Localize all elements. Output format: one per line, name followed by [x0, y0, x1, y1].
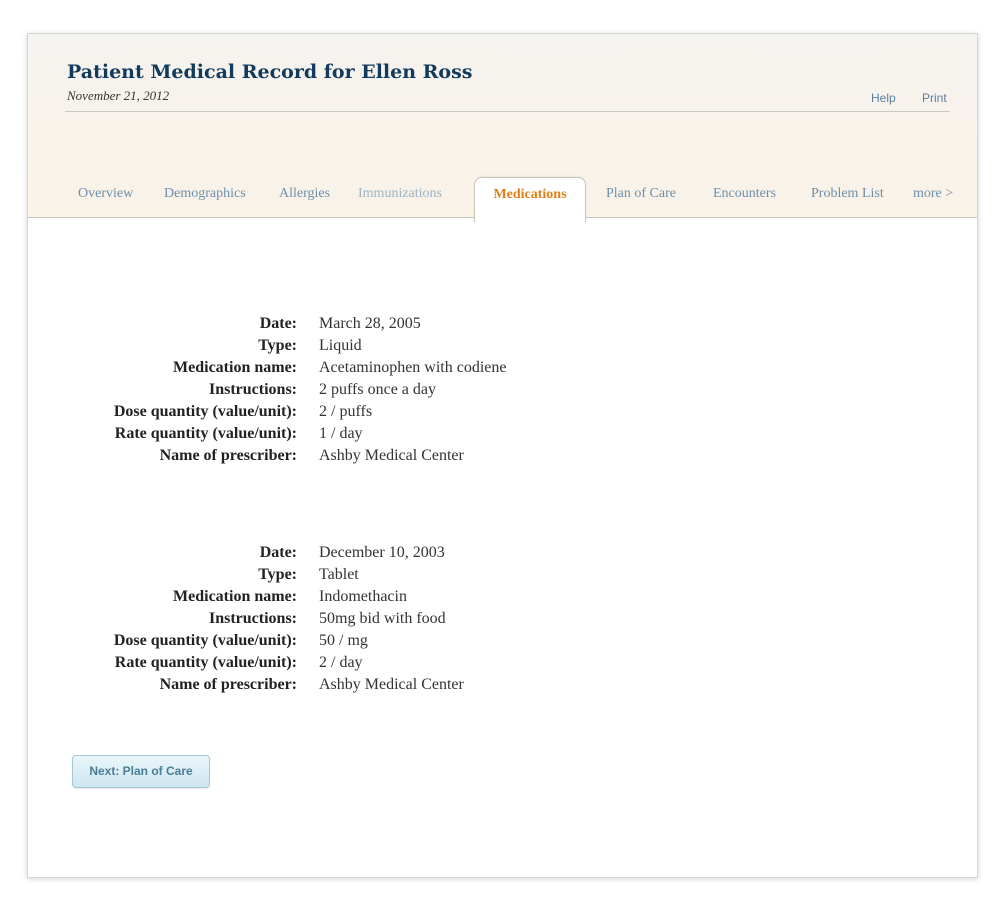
tab-more[interactable]: more >	[913, 186, 953, 202]
field-value: Acetaminophen with codiene	[319, 359, 507, 376]
field-value: December 10, 2003	[319, 544, 445, 561]
medication-record: Date: December 10, 2003 Type: Tablet Medic…	[28, 544, 977, 698]
field-row: Date: December 10, 2003	[28, 544, 977, 566]
tab-encounters[interactable]: Encounters	[713, 186, 776, 202]
medication-record: Date: March 28, 2005 Type: Liquid Medicati…	[28, 315, 977, 469]
field-value: Ashby Medical Center	[319, 447, 464, 464]
field-value: 1 / day	[319, 425, 363, 442]
field-label: Name of prescriber:	[159, 447, 297, 464]
field-row: Medication name: Indomethacin	[28, 588, 977, 610]
next-plan-of-care-button[interactable]: Next: Plan of Care	[72, 755, 210, 788]
tab-immunizations[interactable]: Immunizations	[358, 186, 442, 202]
field-row: Type: Liquid	[28, 337, 977, 359]
field-label: Dose quantity (value/unit):	[113, 632, 297, 649]
field-value: 50 / mg	[319, 632, 368, 649]
field-label: Instructions:	[208, 381, 297, 398]
record-date: November 21, 2012	[67, 88, 170, 103]
field-row: Dose quantity (value/unit): 50 / mg	[28, 632, 977, 654]
header-divider	[65, 111, 950, 112]
tab-medications[interactable]: Medications	[474, 177, 586, 222]
field-value: Liquid	[319, 337, 362, 354]
field-row: Type: Tablet	[28, 566, 977, 588]
field-row: Instructions: 50mg bid with food	[28, 610, 977, 632]
page-title: Patient Medical Record for Ellen Ross	[67, 61, 473, 83]
tab-allergies[interactable]: Allergies	[279, 186, 330, 202]
field-value: 2 / puffs	[319, 403, 373, 420]
print-link[interactable]: Print	[922, 91, 947, 105]
field-label: Date:	[259, 315, 297, 332]
field-row: Rate quantity (value/unit): 2 / day	[28, 654, 977, 676]
tab-demographics[interactable]: Demographics	[164, 186, 246, 202]
field-label: Date:	[259, 544, 297, 561]
field-row: Medication name: Acetaminophen with codie…	[28, 359, 977, 381]
field-row: Name of prescriber: Ashby Medical Center	[28, 676, 977, 698]
field-label: Medication name:	[173, 359, 297, 376]
field-value: 2 / day	[319, 654, 363, 671]
record-card: Patient Medical Record for Ellen Ross No…	[27, 33, 978, 878]
tab-overview[interactable]: Overview	[78, 186, 133, 202]
tab-plan-of-care[interactable]: Plan of Care	[606, 186, 676, 202]
tab-problem-list[interactable]: Problem List	[811, 186, 884, 202]
field-value: Indomethacin	[319, 588, 407, 605]
field-value: 50mg bid with food	[319, 610, 446, 627]
field-row: Rate quantity (value/unit): 1 / day	[28, 425, 977, 447]
field-row: Name of prescriber: Ashby Medical Center	[28, 447, 977, 469]
field-value: March 28, 2005	[319, 315, 421, 332]
field-label: Name of prescriber:	[159, 676, 297, 693]
field-label: Dose quantity (value/unit):	[113, 403, 297, 420]
header: Patient Medical Record for Ellen Ross No…	[28, 34, 977, 222]
field-label: Medication name:	[173, 588, 297, 605]
field-label: Type:	[258, 337, 297, 354]
help-link[interactable]: Help	[871, 91, 896, 105]
field-label: Instructions:	[208, 610, 297, 627]
field-label: Rate quantity (value/unit):	[114, 425, 297, 442]
field-label: Type:	[258, 566, 297, 583]
field-row: Dose quantity (value/unit): 2 / puffs	[28, 403, 977, 425]
field-value: 2 puffs once a day	[319, 381, 436, 398]
field-row: Instructions: 2 puffs once a day	[28, 381, 977, 403]
field-value: Ashby Medical Center	[319, 676, 464, 693]
field-row: Date: March 28, 2005	[28, 315, 977, 337]
field-value: Tablet	[319, 566, 359, 583]
field-label: Rate quantity (value/unit):	[114, 654, 297, 671]
